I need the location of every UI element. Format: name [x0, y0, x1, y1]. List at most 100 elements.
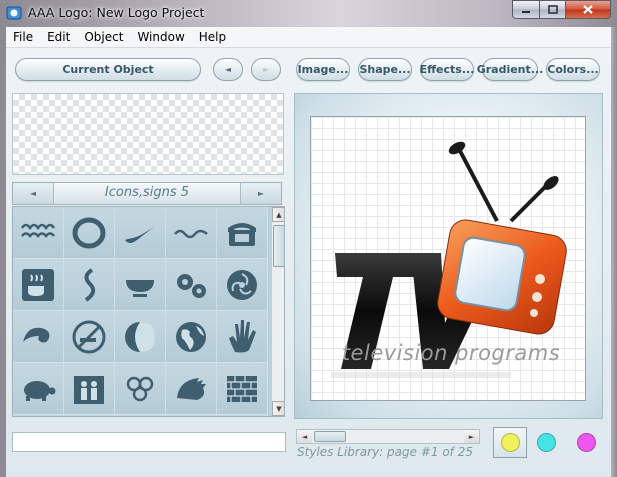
earth-globe-icon: [176, 321, 206, 352]
effects-button[interactable]: Effects...: [420, 58, 474, 81]
scroll-down-button[interactable]: ▼: [272, 401, 284, 416]
library-prev-button[interactable]: ◄: [13, 183, 53, 204]
magenta-style-swatch: [576, 433, 596, 452]
client-area: File Edit Object Window Help Current Obj…: [6, 27, 611, 477]
scrollbar-thumb[interactable]: [314, 431, 346, 442]
library-item[interactable]: [166, 363, 217, 415]
current-object-button[interactable]: Current Object: [15, 58, 201, 81]
library-item[interactable]: [217, 363, 268, 415]
arrow-right-icon: ►: [257, 189, 265, 198]
library-item[interactable]: [64, 207, 115, 259]
library-item[interactable]: [217, 311, 268, 363]
styles-scrollbar[interactable]: ◄ ►: [296, 429, 480, 444]
birds-waves-icon: [20, 223, 56, 238]
library-item[interactable]: [64, 259, 115, 311]
turtle-icon: [24, 380, 56, 401]
icon-library: ▲ ▼: [12, 206, 285, 417]
library-item[interactable]: [115, 259, 166, 311]
telephone-icon: [228, 222, 256, 246]
object-preview: [12, 93, 284, 175]
triskelion-icon: [227, 269, 257, 300]
swoosh-icon: [125, 225, 155, 243]
library-item[interactable]: [166, 207, 217, 259]
cyan-style-swatch: [536, 433, 556, 452]
menu-help[interactable]: Help: [192, 27, 233, 47]
ring-swirl-icon: [72, 217, 106, 248]
library-category-bar: ◄ Icons,signs 5 ►: [12, 182, 282, 205]
colors-button[interactable]: Colors...: [546, 58, 600, 81]
library-item[interactable]: [115, 363, 166, 415]
maximize-icon: [547, 5, 558, 14]
minimize-button[interactable]: [512, 0, 539, 19]
arrow-left-icon: ◄: [224, 65, 232, 74]
scroll-right-button[interactable]: ►: [464, 430, 479, 443]
arrow-right-icon: ►: [468, 432, 475, 441]
scrollbar-thumb[interactable]: [273, 225, 284, 267]
library-item[interactable]: [115, 415, 166, 416]
scroll-up-button[interactable]: ▲: [272, 207, 284, 222]
menu-window[interactable]: Window: [130, 27, 191, 47]
work-area: Current Object ◄ ► Image... Shape... Eff…: [6, 48, 611, 477]
styles-library-label: Styles Library: page #1 of 25: [297, 445, 473, 459]
style-swatch-magenta[interactable]: [569, 427, 603, 458]
library-item[interactable]: [13, 363, 64, 415]
style-swatch-yellow[interactable]: [493, 427, 527, 458]
gears-icon: [177, 273, 206, 298]
shape-button[interactable]: Shape...: [358, 58, 412, 81]
arrow-right-icon: ►: [262, 65, 270, 74]
library-item[interactable]: [166, 311, 217, 363]
menu-edit[interactable]: Edit: [40, 27, 77, 47]
gradient-button[interactable]: Gradient...: [477, 58, 543, 81]
moon-globe-icon: [125, 321, 155, 352]
arrow-left-icon: ◄: [29, 189, 37, 198]
library-category-title: Icons,signs 5: [53, 183, 241, 204]
library-item[interactable]: [166, 259, 217, 311]
app-icon: [6, 6, 22, 20]
library-item[interactable]: [217, 207, 268, 259]
wave-line-icon: [174, 229, 208, 238]
style-swatch-cyan[interactable]: [529, 427, 563, 458]
arrow-up-icon: ▲: [276, 210, 282, 219]
library-item[interactable]: [115, 311, 166, 363]
maximize-button[interactable]: [539, 0, 565, 19]
hedgehog-icon: [177, 377, 206, 400]
spiral-wave-icon: [23, 327, 50, 342]
library-item[interactable]: [13, 311, 64, 363]
window-title: AAA Logo: New Logo Project: [28, 5, 205, 20]
logo-tagline[interactable]: television programs: [331, 341, 571, 365]
yellow-style-swatch: [500, 433, 520, 452]
icon-grid: [13, 207, 269, 416]
previous-object-button[interactable]: ◄: [213, 58, 243, 81]
library-search-input[interactable]: [12, 432, 286, 452]
library-item[interactable]: [115, 207, 166, 259]
clover-icon: [126, 376, 154, 401]
library-item[interactable]: [217, 415, 268, 416]
menu-file[interactable]: File: [6, 27, 40, 47]
library-item[interactable]: [13, 415, 64, 416]
image-button[interactable]: Image...: [296, 58, 350, 81]
library-item[interactable]: [13, 207, 64, 259]
window-controls: [512, 0, 611, 20]
title-bar[interactable]: AAA Logo: New Logo Project: [0, 0, 617, 26]
next-object-button[interactable]: ►: [251, 58, 281, 81]
arrow-down-icon: ▼: [276, 404, 282, 413]
library-item[interactable]: [217, 259, 268, 311]
logo-canvas[interactable]: television programs: [310, 116, 586, 401]
library-item[interactable]: [64, 311, 115, 363]
library-next-button[interactable]: ►: [241, 183, 281, 204]
close-button[interactable]: [565, 0, 611, 19]
library-item[interactable]: [64, 363, 115, 415]
library-item[interactable]: [64, 415, 115, 416]
s-curve-icon: [84, 267, 96, 302]
arrow-left-icon: ◄: [301, 432, 308, 441]
minimize-icon: [522, 10, 530, 13]
library-item[interactable]: [13, 259, 64, 311]
icon-library-scrollbar[interactable]: ▲ ▼: [271, 207, 284, 416]
menu-bar: File Edit Object Window Help: [6, 27, 611, 48]
library-item[interactable]: [166, 415, 217, 416]
scroll-left-button[interactable]: ◄: [297, 430, 312, 443]
window-border-right: [611, 27, 617, 477]
close-icon: [583, 5, 593, 14]
menu-object[interactable]: Object: [77, 27, 130, 47]
bowl-icon: [126, 279, 154, 297]
